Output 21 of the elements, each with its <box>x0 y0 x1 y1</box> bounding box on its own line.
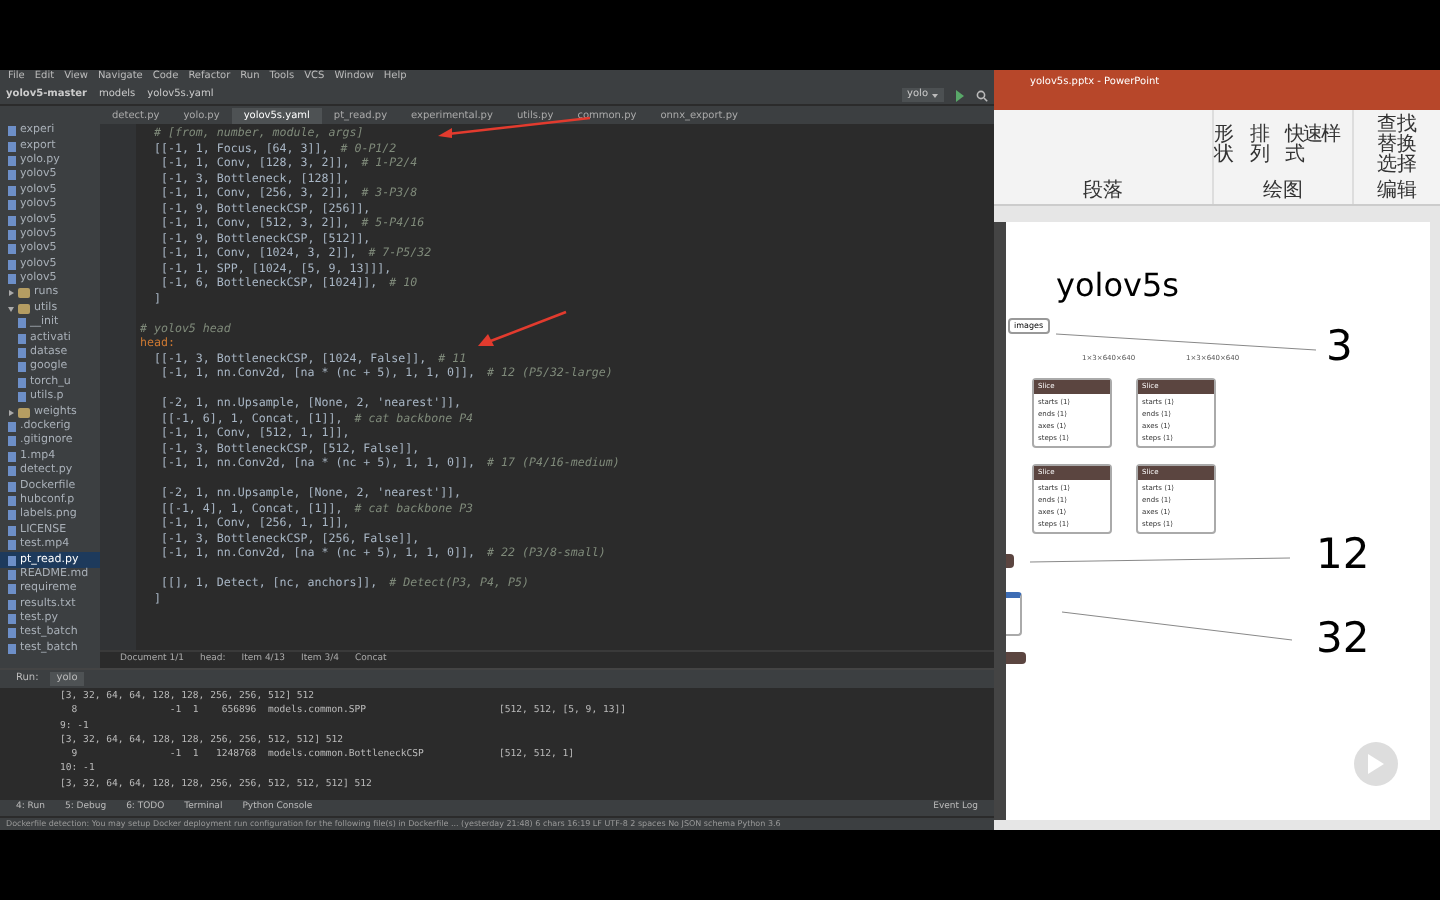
expanded-arrow-icon[interactable] <box>8 305 14 312</box>
pointer-arrow <box>476 310 568 350</box>
slide-title: yolov5s <box>1056 264 1179 308</box>
ribbon-button[interactable]: 形状 <box>1214 126 1248 166</box>
ribbon-button[interactable]: 快速样式 <box>1285 126 1352 166</box>
ribbon-button[interactable]: 替换 <box>1377 136 1417 156</box>
slide-number-text: 12 <box>1316 530 1370 578</box>
group-label: 绘图 <box>1263 182 1303 202</box>
group-label: 段落 <box>1083 182 1123 202</box>
folder-icon <box>18 407 30 418</box>
slide-number-text: 32 <box>1316 614 1370 662</box>
collapsed-arrow-icon[interactable] <box>8 290 14 297</box>
collapsed-arrow-icon[interactable] <box>8 409 14 416</box>
search-icon[interactable] <box>976 89 988 101</box>
ribbon-button[interactable]: 排列 <box>1249 126 1283 166</box>
caret-icon <box>932 93 938 97</box>
group-label: 编辑 <box>1377 182 1417 202</box>
slide-number-text: 3 <box>1326 322 1353 370</box>
ribbon-button[interactable]: 查找 <box>1377 116 1417 136</box>
cut-node <box>1006 652 1026 664</box>
ribbon-button[interactable]: 选择 <box>1377 156 1417 176</box>
